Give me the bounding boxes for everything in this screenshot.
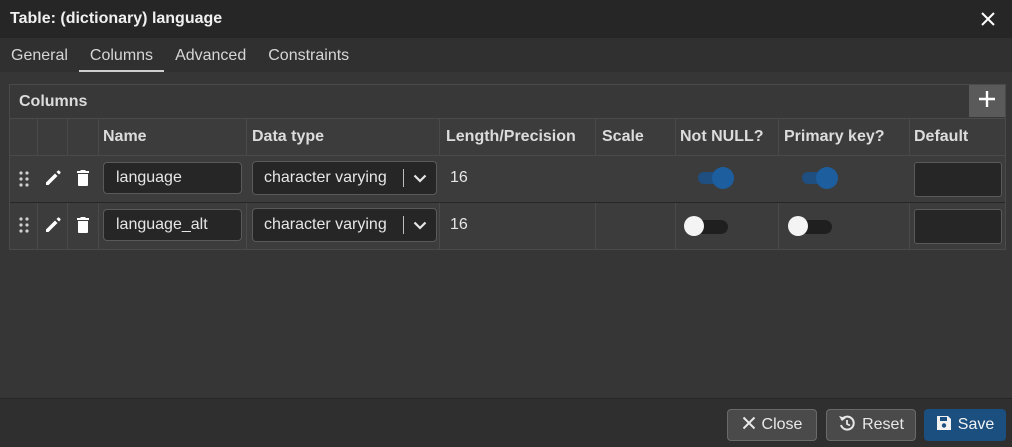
not-null-toggle[interactable] bbox=[684, 215, 730, 237]
not-null-toggle[interactable] bbox=[698, 167, 734, 189]
reset-button[interactable]: Reset bbox=[826, 409, 916, 441]
primary-key-toggle[interactable] bbox=[802, 167, 838, 189]
close-icon bbox=[742, 416, 756, 435]
close-button-label: Close bbox=[761, 416, 803, 433]
delete-icon[interactable] bbox=[73, 215, 93, 235]
header-not-null: Not NULL? bbox=[680, 128, 764, 145]
save-button[interactable]: Save bbox=[924, 409, 1006, 441]
data-type-value: character varying bbox=[264, 216, 387, 233]
columns-panel-title: Columns bbox=[19, 93, 88, 110]
data-type-select[interactable]: character varying bbox=[252, 208, 437, 242]
default-value-input[interactable] bbox=[914, 209, 1002, 244]
dialog-footer: Close Reset Save bbox=[0, 398, 1012, 447]
reset-icon bbox=[838, 414, 856, 437]
chevron-down-icon bbox=[404, 209, 436, 241]
dialog-title: Table: (dictionary) language bbox=[10, 10, 223, 27]
header-default: Default bbox=[914, 128, 969, 145]
close-button[interactable]: Close bbox=[727, 409, 817, 441]
close-icon[interactable] bbox=[978, 9, 998, 29]
header-scale: Scale bbox=[602, 128, 644, 145]
table-row: language character varying 16 bbox=[10, 156, 1005, 203]
edit-icon[interactable] bbox=[43, 168, 63, 188]
drag-handle-icon[interactable] bbox=[16, 216, 32, 234]
tab-columns[interactable]: Columns bbox=[78, 38, 165, 72]
tab-constraints[interactable]: Constraints bbox=[257, 38, 360, 72]
columns-panel: Columns Name Data type Length/Precision … bbox=[9, 84, 1006, 250]
columns-panel-header: Columns bbox=[10, 85, 1005, 119]
tab-bar: General Columns Advanced Constraints bbox=[0, 38, 1012, 72]
length-value: 16 bbox=[450, 169, 468, 186]
primary-key-toggle[interactable] bbox=[788, 215, 834, 237]
data-type-value: character varying bbox=[264, 169, 387, 186]
data-type-select[interactable]: character varying bbox=[252, 161, 437, 195]
tab-general[interactable]: General bbox=[0, 38, 79, 72]
dialog-titlebar: Table: (dictionary) language bbox=[0, 0, 1012, 38]
default-value-input[interactable] bbox=[914, 162, 1002, 197]
plus-icon bbox=[978, 90, 996, 113]
chevron-down-icon bbox=[404, 162, 436, 194]
save-icon bbox=[936, 415, 952, 436]
header-primary-key: Primary key? bbox=[784, 128, 885, 145]
add-column-button[interactable] bbox=[969, 85, 1005, 117]
length-value: 16 bbox=[450, 216, 468, 233]
table-row: language_alt character varying 16 bbox=[10, 204, 1005, 249]
column-name-input[interactable]: language bbox=[103, 162, 242, 194]
grid-header-row: Name Data type Length/Precision Scale No… bbox=[10, 118, 1005, 156]
header-name: Name bbox=[103, 128, 147, 145]
column-name-input[interactable]: language_alt bbox=[103, 209, 242, 241]
drag-handle-icon[interactable] bbox=[16, 170, 32, 188]
edit-icon[interactable] bbox=[43, 215, 63, 235]
tab-advanced[interactable]: Advanced bbox=[164, 38, 257, 72]
reset-button-label: Reset bbox=[862, 416, 904, 433]
header-data-type: Data type bbox=[252, 128, 325, 145]
save-button-label: Save bbox=[957, 416, 995, 433]
delete-icon[interactable] bbox=[73, 168, 93, 188]
header-length: Length/Precision bbox=[446, 128, 576, 145]
